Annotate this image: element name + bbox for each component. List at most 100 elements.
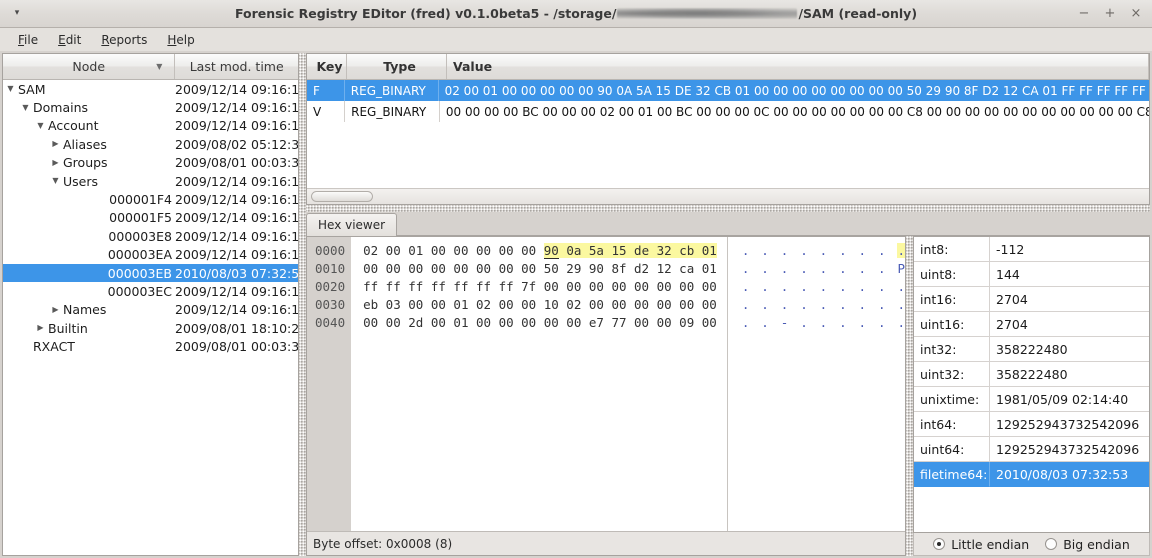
data-interpreter-table: int8:-112uint8:144int16:2704uint16:2704i… (913, 236, 1150, 533)
kv-column-header-value[interactable]: Value (447, 54, 1149, 79)
hex-ascii-column[interactable]: . . . . . . . . . . Z . . 2 . .. . . . .… (728, 237, 906, 531)
tree-row[interactable]: 000003EC2009/12/14 09:16:19 (3, 282, 298, 300)
tree-indent-spacer (33, 196, 48, 204)
maximize-icon[interactable]: + (1102, 6, 1118, 22)
tree-indent-spacer (33, 140, 48, 148)
tree-indent-spacer (3, 343, 18, 351)
tree-row-node-cell: ▼SAM (3, 82, 175, 97)
kv-column-header-key[interactable]: Key (307, 54, 347, 79)
tree-indent-spacer (33, 306, 48, 314)
tree-row[interactable]: 000003EA2009/12/14 09:16:19 (3, 246, 298, 264)
key-value-row[interactable]: FREG_BINARY02 00 01 00 00 00 00 00 90 0A… (307, 80, 1149, 101)
tree-column-header-time[interactable]: Last mod. time (175, 54, 298, 79)
tree-leaf-spacer (63, 287, 78, 295)
menu-item-mnemonic: E (58, 33, 66, 47)
tab-hex-viewer[interactable]: Hex viewer (306, 213, 397, 236)
interpreter-value: 1981/05/09 02:14:40 (990, 387, 1149, 412)
tree-row[interactable]: ▼Account2009/12/14 09:16:19 (3, 117, 298, 135)
tree-row[interactable]: 000003EB2010/08/03 07:32:53 (3, 264, 298, 282)
interpreter-type-label: uint16: (914, 312, 990, 337)
kv-cell-key: F (307, 80, 345, 101)
interpreter-row[interactable]: int16:2704 (914, 287, 1149, 312)
triangle-right-icon[interactable]: ▶ (48, 306, 63, 314)
interpreter-row[interactable]: int32:358222480 (914, 337, 1149, 362)
triangle-right-icon[interactable]: ▶ (48, 140, 63, 148)
interpreter-row[interactable]: int64:129252943732542096 (914, 412, 1149, 437)
tree-row[interactable]: RXACT2009/08/01 00:03:39 (3, 337, 298, 355)
tree-leaf-spacer (18, 343, 33, 351)
tree-row-node-cell: 000003EC (3, 284, 175, 299)
triangle-down-icon[interactable]: ▼ (3, 85, 18, 93)
tree-indent-spacer (3, 122, 18, 130)
radio-little-endian[interactable]: Little endian (933, 537, 1029, 552)
hex-ascii-plain: . . . . . . . . P ) . . . . . . (742, 261, 906, 276)
kv-scrollbar-thumb[interactable] (311, 191, 373, 202)
interpreter-row[interactable]: int8:-112 (914, 237, 1149, 262)
tree-row[interactable]: ▼Users2009/12/14 09:16:19 (3, 172, 298, 190)
radio-little-endian-dot[interactable] (933, 538, 945, 550)
window-title-prefix: Forensic Registry EDitor (fred) v0.1.0be… (235, 6, 616, 21)
tree-row[interactable]: ▶Names2009/12/14 09:16:19 (3, 301, 298, 319)
horizontal-splitter[interactable] (306, 205, 1150, 212)
triangle-down-icon[interactable]: ▼ (18, 104, 33, 112)
interpreter-row[interactable]: unixtime:1981/05/09 02:14:40 (914, 387, 1149, 412)
hex-ascii-plain: . . . . . . . . . . . . . . . . (742, 279, 906, 294)
tree-row-node-cell: 000001F4 (3, 192, 175, 207)
interpreter-row[interactable]: uint64:129252943732542096 (914, 437, 1149, 462)
menu-item-help[interactable]: Help (157, 31, 204, 49)
tree-row-timestamp: 2009/12/14 09:16:19 (175, 174, 298, 189)
interpreter-row[interactable]: uint16:2704 (914, 312, 1149, 337)
interpreter-row[interactable]: uint8:144 (914, 262, 1149, 287)
tree-row-timestamp: 2009/08/02 05:12:38 (175, 137, 298, 152)
tree-row[interactable]: 000001F52009/12/14 09:16:19 (3, 209, 298, 227)
redacted-path (617, 8, 797, 19)
radio-big-endian-dot[interactable] (1045, 538, 1057, 550)
window-controls: − + × (1076, 6, 1144, 22)
minimize-icon[interactable]: − (1076, 6, 1092, 22)
tree-indent-spacer (18, 159, 33, 167)
hex-offset-column: 00000010002000300040 (307, 237, 351, 531)
kv-column-header-type[interactable]: Type (347, 54, 447, 79)
vertical-splitter[interactable] (299, 53, 306, 556)
menu-item-label: dit (66, 33, 82, 47)
tree-row[interactable]: ▼SAM2009/12/14 09:16:19 (3, 80, 298, 98)
tree-row[interactable]: ▶Groups2009/08/01 00:03:39 (3, 154, 298, 172)
hex-area: 00000010002000300040 02 00 01 00 00 00 0… (306, 236, 1150, 556)
tree-row-timestamp: 2009/12/14 09:16:19 (175, 100, 298, 115)
tree-indent-spacer (3, 251, 18, 259)
tree-row[interactable]: ▶Builtin2009/08/01 18:10:21 (3, 319, 298, 337)
tree-row-node-cell: RXACT (3, 339, 175, 354)
kv-horizontal-scrollbar[interactable] (307, 188, 1149, 204)
hex-interpreter-splitter[interactable] (906, 236, 913, 556)
interpreter-row[interactable]: uint32:358222480 (914, 362, 1149, 387)
interpreter-type-label: uint32: (914, 362, 990, 387)
hex-ascii-row: . . . . . . . . . . . . . . . . (742, 278, 906, 296)
window-menu-icon[interactable]: ▾ (6, 9, 28, 18)
tree-column-header-node[interactable]: Node ▼ (3, 54, 175, 79)
menu-item-reports[interactable]: Reports (91, 31, 157, 49)
triangle-down-icon[interactable]: ▼ (48, 177, 63, 185)
tree-indent-spacer (3, 232, 18, 240)
tree-row-node-cell: ▶Builtin (3, 321, 175, 336)
tree-row[interactable]: 000001F42009/12/14 09:16:19 (3, 190, 298, 208)
menu-item-file[interactable]: File (8, 31, 48, 49)
tree-row[interactable]: ▼Domains2009/12/14 09:16:19 (3, 98, 298, 116)
triangle-right-icon[interactable]: ▶ (33, 324, 48, 332)
hex-bytes-plain: 00 00 00 00 00 00 00 00 50 29 90 8f d2 1… (363, 261, 717, 276)
tree-row[interactable]: ▶Aliases2009/08/02 05:12:38 (3, 135, 298, 153)
tree-indent-spacer (48, 214, 63, 222)
interpreter-value: 2704 (990, 287, 1149, 312)
close-icon[interactable]: × (1128, 6, 1144, 22)
radio-big-endian[interactable]: Big endian (1045, 537, 1130, 552)
key-value-row[interactable]: VREG_BINARY00 00 00 00 BC 00 00 00 02 00… (307, 101, 1149, 122)
interpreter-row[interactable]: filetime64:2010/08/03 07:32:53 (914, 462, 1149, 487)
triangle-down-icon[interactable]: ▼ (33, 122, 48, 130)
menu-item-edit[interactable]: Edit (48, 31, 91, 49)
tree-row[interactable]: 000003E82009/12/14 09:16:19 (3, 227, 298, 245)
triangle-right-icon[interactable]: ▶ (48, 159, 63, 167)
hex-ascii-row: . . - . . . . . . . w . . . . (742, 314, 906, 332)
tree-row-node-cell: 000003E8 (3, 229, 175, 244)
hex-byte-column[interactable]: 02 00 01 00 00 00 00 00 90 0a 5a 15 de 3… (351, 237, 717, 531)
hex-cursor-byte: 90 (544, 243, 559, 259)
tree-row-timestamp: 2009/08/01 00:03:39 (175, 155, 298, 170)
